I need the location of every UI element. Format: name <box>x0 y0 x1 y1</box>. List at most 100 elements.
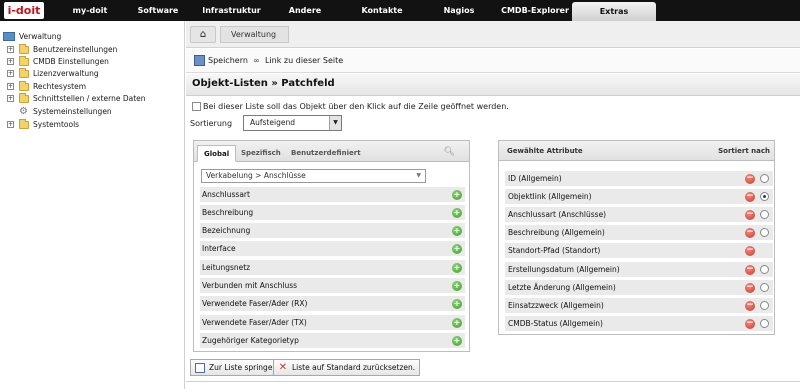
toolbar: Speichern ∞ Link zu dieser Seite <box>186 49 800 73</box>
add-attribute-icon[interactable]: + <box>452 226 462 236</box>
folder-icon <box>19 81 29 91</box>
tree-item-schnittstellen[interactable]: + Schnittstellen / externe Daten <box>0 93 180 104</box>
home-icon[interactable]: ⌂ <box>190 26 216 43</box>
remove-attribute-icon[interactable]: − <box>745 301 755 311</box>
admin-tree: Verwaltung + Benutzereinstellungen + CMD… <box>0 21 185 389</box>
tab-spezifisch[interactable]: Spezifisch <box>235 145 287 162</box>
page-title: Objekt-Listen » Patchfeld <box>192 78 335 89</box>
add-attribute-icon[interactable]: + <box>452 336 462 346</box>
sort-radio[interactable] <box>760 174 769 183</box>
remove-attribute-icon[interactable]: − <box>745 246 755 256</box>
selected-attributes-panel: Gewählte Attribute Sortiert nach ID (All… <box>498 140 775 335</box>
add-attribute-icon[interactable]: + <box>452 299 462 309</box>
tab-benutzerdefiniert[interactable]: Benutzerdefiniert <box>285 145 367 162</box>
expand-icon[interactable]: + <box>7 70 14 77</box>
sort-radio[interactable] <box>760 210 769 219</box>
admin-icon <box>3 32 15 41</box>
tree-root-verwaltung[interactable]: Verwaltung <box>0 31 180 42</box>
add-attribute-icon[interactable]: + <box>452 281 462 291</box>
search-icon[interactable]: 🔍︎ <box>444 147 455 157</box>
category-select[interactable]: Verkabelung > Anschlüsse ▼ <box>201 169 426 183</box>
selected-attribute-row[interactable]: Beschreibung (Allgemein) − <box>505 225 773 240</box>
nav-item-nagios[interactable]: Nagios <box>437 0 481 21</box>
tree-item-lizenzverwaltung[interactable]: + Lizenzverwaltung <box>0 68 180 79</box>
available-attribute-row[interactable]: Zugehöriger Kategorietyp + <box>200 333 465 348</box>
nav-item-my-doit[interactable]: my-doit <box>64 0 116 21</box>
expand-icon[interactable]: + <box>7 83 14 90</box>
open-on-row-click-checkbox[interactable] <box>192 102 201 111</box>
nav-item-infrastruktur[interactable]: Infrastruktur <box>199 0 264 21</box>
folder-icon <box>19 56 29 66</box>
expand-icon[interactable]: + <box>7 46 14 53</box>
add-attribute-icon[interactable]: + <box>452 244 462 254</box>
selected-attributes-title: Gewählte Attribute <box>507 147 583 155</box>
remove-attribute-icon[interactable]: − <box>745 210 755 220</box>
remove-attribute-icon[interactable]: − <box>745 192 755 202</box>
nav-item-kontakte[interactable]: Kontakte <box>354 0 410 21</box>
selected-attribute-row[interactable]: Anschlussart (Anschlüsse) − <box>505 207 773 222</box>
selected-attribute-row[interactable]: Standort-Pfad (Standort) − <box>505 243 773 258</box>
list-icon <box>195 363 205 373</box>
expand-icon[interactable]: + <box>7 58 14 65</box>
sort-radio[interactable] <box>760 192 769 201</box>
remove-attribute-icon[interactable]: − <box>745 319 755 329</box>
expand-icon[interactable]: + <box>7 95 14 102</box>
reset-x-icon: ✕ <box>278 362 288 373</box>
save-button[interactable]: Speichern <box>194 55 248 67</box>
remove-attribute-icon[interactable]: − <box>745 174 755 184</box>
link-to-page-button[interactable]: ∞ Link zu dieser Seite <box>253 55 343 67</box>
attribute-tabs: Global Spezifisch Benutzerdefiniert 🔍︎ <box>194 141 469 162</box>
nav-item-andere[interactable]: Andere <box>283 0 327 21</box>
folder-icon <box>19 44 29 54</box>
sort-label: Sortierung <box>190 119 233 128</box>
breadcrumb-item[interactable]: Verwaltung <box>220 26 290 43</box>
available-attribute-row[interactable]: Verbunden mit Anschluss + <box>200 278 465 293</box>
available-attribute-row[interactable]: Interface + <box>200 241 465 256</box>
add-attribute-icon[interactable]: + <box>452 208 462 218</box>
folder-icon <box>19 119 29 129</box>
sort-radio[interactable] <box>760 265 769 274</box>
tree-item-cmdb-einstellungen[interactable]: + CMDB Einstellungen <box>0 56 180 67</box>
reset-list-button[interactable]: ✕ Liste auf Standard zurücksetzen. <box>273 359 421 376</box>
available-attribute-row[interactable]: Bezeichnung + <box>200 223 465 238</box>
add-attribute-icon[interactable]: + <box>452 190 462 200</box>
nav-item-extras[interactable]: Extras <box>572 2 656 21</box>
available-attribute-row[interactable]: Beschreibung + <box>200 205 465 220</box>
sort-radio[interactable] <box>760 301 769 310</box>
nav-item-software[interactable]: Software <box>133 0 183 21</box>
tree-item-benutzereinstellungen[interactable]: + Benutzereinstellungen <box>0 44 180 55</box>
tree-item-systemtools[interactable]: + Systemtools <box>0 119 180 130</box>
remove-attribute-icon[interactable]: − <box>745 265 755 275</box>
save-icon <box>194 55 205 66</box>
folder-icon <box>19 68 29 78</box>
jump-to-list-button[interactable]: Zur Liste springen <box>190 359 283 376</box>
selected-attribute-row[interactable]: Letzte Änderung (Allgemein) − <box>505 280 773 295</box>
available-attribute-row[interactable]: Anschlussart + <box>200 187 465 202</box>
expand-icon[interactable]: + <box>7 121 14 128</box>
tree-item-systemeinstellungen[interactable]: ⚙ Systemeinstellungen <box>0 106 180 117</box>
selected-attribute-row[interactable]: Objektlink (Allgemein) − <box>505 189 773 204</box>
add-attribute-icon[interactable]: + <box>452 318 462 328</box>
add-attribute-icon[interactable]: + <box>452 263 462 273</box>
nav-item-cmdb-explorer[interactable]: CMDB-Explorer <box>498 0 572 21</box>
selected-attribute-row[interactable]: ID (Allgemein) − <box>505 171 773 186</box>
remove-attribute-icon[interactable]: − <box>745 228 755 238</box>
selected-attribute-row[interactable]: CMDB-Status (Allgemein) − <box>505 316 773 331</box>
sort-radio[interactable] <box>760 319 769 328</box>
available-attribute-row[interactable]: Verwendete Faser/Ader (TX) + <box>200 315 465 330</box>
sort-radio[interactable] <box>760 228 769 237</box>
available-attribute-row[interactable]: Leitungsnetz + <box>200 260 465 275</box>
available-attribute-row[interactable]: Verwendete Faser/Ader (RX) + <box>200 296 465 311</box>
selected-attribute-row[interactable]: Erstellungsdatum (Allgemein) − <box>505 262 773 277</box>
dropdown-arrow-icon: ▼ <box>416 172 421 179</box>
tab-global[interactable]: Global <box>197 145 237 162</box>
sort-radio[interactable] <box>760 283 769 292</box>
remove-attribute-icon[interactable]: − <box>745 283 755 293</box>
selected-attribute-row[interactable]: Einsatzzweck (Allgemein) − <box>505 298 773 313</box>
idoit-logo[interactable]: i-doit <box>4 2 44 19</box>
available-attributes-panel: Global Spezifisch Benutzerdefiniert 🔍︎ V… <box>193 140 470 352</box>
tree-item-rechtesystem[interactable]: + Rechtesystem <box>0 81 180 92</box>
sorted-by-title: Sortiert nach <box>718 147 770 155</box>
sort-select[interactable]: Aufsteigend ▼ <box>243 115 342 131</box>
top-navigation: i-doit my-doit Software Infrastruktur An… <box>0 0 800 21</box>
